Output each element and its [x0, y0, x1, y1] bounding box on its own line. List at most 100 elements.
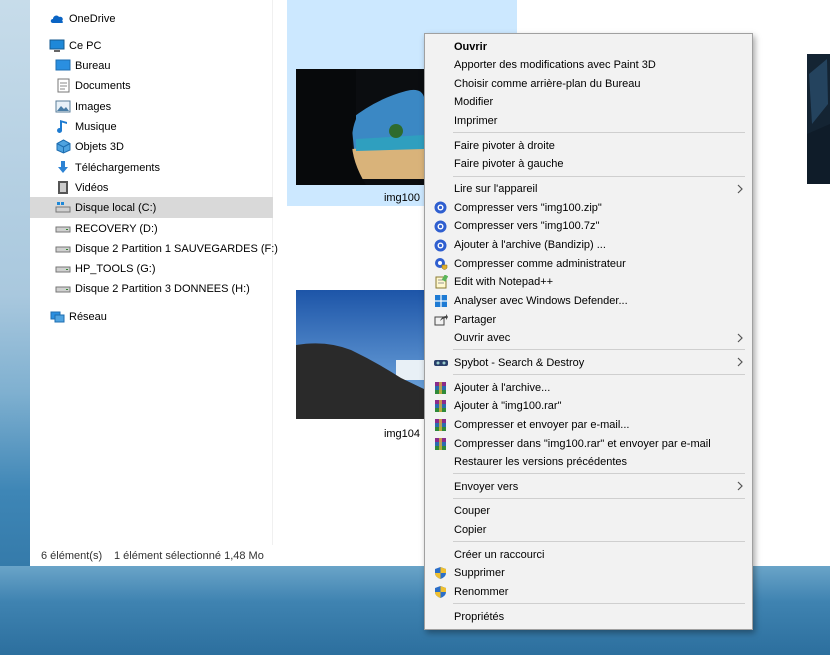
menu-item-choisir-comme-arriere-plan-du-bureau[interactable]: Choisir comme arrière-plan du Bureau — [425, 74, 752, 93]
image-thumbnail — [296, 290, 426, 419]
menu-item-imprimer[interactable]: Imprimer — [425, 112, 752, 131]
chevron-right-icon — [737, 357, 743, 370]
menu-item-faire-pivoter-a-droite[interactable]: Faire pivoter à droite — [425, 136, 752, 155]
menu-item-label: Faire pivoter à droite — [454, 139, 555, 152]
winrar-icon — [433, 380, 448, 395]
menu-item-label: Imprimer — [454, 115, 498, 128]
menu-item-creer-un-raccourci[interactable]: Créer un raccourci — [425, 545, 752, 564]
downloads-icon — [55, 161, 71, 175]
menu-item-label: Ajouter à l'archive (Bandizip) ... — [454, 239, 606, 251]
menu-item-couper[interactable]: Couper — [425, 502, 752, 521]
menu-item-renommer[interactable]: Renommer — [425, 583, 752, 602]
menu-item-label: Copier — [454, 524, 487, 537]
menu-item-compresser-vers-img100-zip[interactable]: Compresser vers "img100.zip" — [425, 198, 752, 217]
music-icon — [55, 120, 71, 134]
context-menu: Ouvrir Apporter des modifications avec Pa… — [424, 33, 753, 630]
menu-item-label: Apporter des modifications avec Paint 3D — [454, 59, 656, 72]
menu-item-envoyer-vers[interactable]: Envoyer vers — [425, 477, 752, 496]
menu-item-spybot-search-destroy[interactable]: Spybot - Search & Destroy — [425, 353, 752, 372]
menu-item-compresser-dans-img100-rar-et-envoyer-par-e-mail[interactable]: Compresser dans "img100.rar" et envoyer … — [425, 434, 752, 453]
menu-separator — [453, 175, 745, 177]
nav-item-label: Ce PC — [69, 39, 102, 52]
nav-item-label: Images — [75, 100, 112, 113]
menu-item-label: Envoyer vers — [454, 480, 519, 493]
menu-item-analyser-avec-windows-defender[interactable]: Analyser avec Windows Defender... — [425, 291, 752, 310]
windows-defender-icon — [433, 293, 448, 308]
nav-item-recovery-d[interactable]: RECOVERY (D:) — [30, 218, 273, 239]
desktop-icon — [55, 59, 71, 73]
menu-item-ajouter-a-l-archive[interactable]: Ajouter à l'archive... — [425, 378, 752, 397]
menu-item-restaurer-les-versions-precedentes[interactable]: Restaurer les versions précédentes — [425, 453, 752, 472]
videos-icon — [55, 181, 71, 195]
menu-item-ajouter-a-l-archive-bandizip[interactable]: Ajouter à l'archive (Bandizip) ... — [425, 236, 752, 255]
nav-item-label: Disque 2 Partition 1 SAUVEGARDES (F:) — [75, 242, 278, 255]
menu-item-proprietes[interactable]: Propriétés — [425, 607, 752, 626]
nav-item-pictures[interactable]: Images — [30, 96, 273, 117]
menu-item-label: Edit with Notepad++ — [454, 276, 554, 289]
menu-item-ouvrir-avec[interactable]: Ouvrir avec — [425, 329, 752, 348]
selection-info: 1 élément sélectionné 1,48 Mo — [114, 549, 264, 562]
nav-item-desktop[interactable]: Bureau — [30, 55, 273, 76]
nav-item-this-pc[interactable]: Ce PC — [30, 35, 273, 56]
nav-item-label: Musique — [75, 120, 117, 133]
menu-separator — [453, 374, 745, 376]
menu-item-compresser-vers-img100-7z[interactable]: Compresser vers "img100.7z" — [425, 217, 752, 236]
menu-item-label: Lire sur l'appareil — [454, 183, 538, 196]
chevron-right-icon — [737, 481, 743, 494]
nav-item-documents[interactable]: Documents — [30, 75, 273, 96]
menu-separator — [453, 349, 745, 351]
menu-item-compresser-et-envoyer-par-e-mail[interactable]: Compresser et envoyer par e-mail... — [425, 415, 752, 434]
menu-item-lire-sur-l-appareil[interactable]: Lire sur l'appareil — [425, 180, 752, 199]
menu-item-ouvrir[interactable]: Ouvrir — [425, 37, 752, 56]
winrar-icon — [433, 417, 448, 432]
computer-icon — [49, 39, 65, 53]
drive-icon — [55, 262, 71, 276]
nav-item-label: Objets 3D — [75, 140, 124, 153]
nav-item-drive-f[interactable]: Disque 2 Partition 1 SAUVEGARDES (F:) — [30, 238, 278, 259]
nav-item-label: HP_TOOLS (G:) — [75, 262, 156, 275]
menu-item-label: Ouvrir — [454, 40, 488, 53]
windows-drive-icon — [55, 201, 71, 215]
menu-item-faire-pivoter-a-gauche[interactable]: Faire pivoter à gauche — [425, 155, 752, 174]
bandizip-admin-icon — [433, 256, 448, 271]
nav-item-drive-h[interactable]: Disque 2 Partition 3 DONNEES (H:) — [30, 278, 273, 299]
menu-item-label: Propriétés — [454, 610, 505, 623]
navigation-pane: OneDrive Ce PC Bureau Documents Images M… — [30, 0, 278, 545]
bandizip-icon — [433, 200, 448, 215]
nav-item-videos[interactable]: Vidéos — [30, 177, 273, 198]
item-count: 6 élément(s) — [41, 549, 103, 562]
network-icon — [49, 310, 65, 324]
nav-item-onedrive[interactable]: OneDrive — [30, 8, 273, 29]
menu-item-label: Ajouter à l'archive... — [454, 381, 551, 394]
documents-icon — [55, 78, 71, 93]
menu-item-label: Supprimer — [454, 567, 505, 580]
menu-item-label: Choisir comme arrière-plan du Bureau — [454, 77, 641, 90]
nav-item-label: Disque 2 Partition 3 DONNEES (H:) — [75, 282, 250, 295]
menu-item-copier[interactable]: Copier — [425, 521, 752, 540]
nav-item-music[interactable]: Musique — [30, 116, 273, 137]
chevron-right-icon — [737, 333, 743, 346]
menu-item-modifier[interactable]: Modifier — [425, 93, 752, 112]
spybot-icon — [433, 355, 448, 370]
share-icon — [433, 312, 448, 327]
menu-item-supprimer[interactable]: Supprimer — [425, 564, 752, 583]
menu-item-label: Couper — [454, 505, 491, 518]
winrar-icon — [433, 399, 448, 414]
menu-item-label: Ajouter à "img100.rar" — [454, 400, 562, 413]
menu-item-label: Analyser avec Windows Defender... — [454, 294, 628, 307]
drive-icon — [55, 242, 71, 256]
3d-objects-icon — [55, 139, 71, 154]
menu-item-compresser-comme-administrateur[interactable]: Compresser comme administrateur — [425, 254, 752, 273]
file-tile-partial[interactable] — [807, 54, 830, 184]
nav-item-local-disk-c[interactable]: Disque local (C:) — [30, 197, 273, 218]
menu-item-edit-with-notepad[interactable]: Edit with Notepad++ — [425, 273, 752, 292]
drive-icon — [55, 282, 71, 296]
nav-item-network[interactable]: Réseau — [30, 306, 273, 327]
menu-item-ajouter-a-img100-rar[interactable]: Ajouter à "img100.rar" — [425, 397, 752, 416]
nav-item-label: Téléchargements — [75, 161, 160, 174]
nav-item-downloads[interactable]: Téléchargements — [30, 157, 273, 178]
menu-item-partager[interactable]: Partager — [425, 310, 752, 329]
nav-item-hp-tools-g[interactable]: HP_TOOLS (G:) — [30, 258, 273, 279]
nav-item-3d-objects[interactable]: Objets 3D — [30, 136, 273, 157]
menu-item-apporter-des-modifications-avec-paint-3d[interactable]: Apporter des modifications avec Paint 3D — [425, 56, 752, 75]
